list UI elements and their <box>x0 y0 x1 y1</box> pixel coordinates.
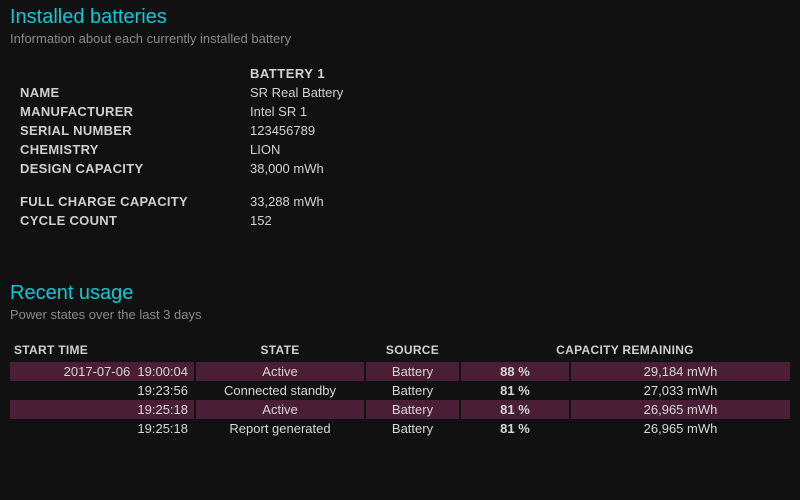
recent-usage-table: START TIME STATE SOURCE CAPACITY REMAINI… <box>10 340 790 438</box>
battery-row: DESIGN CAPACITY 38,000 mWh <box>10 159 343 178</box>
battery-row-value: LION <box>250 140 343 159</box>
usage-capacity-pct: 88 % <box>460 362 570 381</box>
usage-state: Report generated <box>195 419 365 438</box>
usage-start-time: 19:23:56 <box>10 381 195 400</box>
usage-capacity-pct: 81 % <box>460 400 570 419</box>
usage-capacity-pct: 81 % <box>460 419 570 438</box>
battery-row-label: DESIGN CAPACITY <box>10 159 250 178</box>
battery-row-value: 152 <box>250 211 343 230</box>
usage-row: 19:23:56 Connected standby Battery 81 % … <box>10 381 790 400</box>
usage-start-time: 2017-07-06 19:00:04 <box>10 362 195 381</box>
usage-row: 2017-07-06 19:00:04 Active Battery 88 % … <box>10 362 790 381</box>
installed-batteries-subtitle: Information about each currently install… <box>10 31 790 46</box>
battery-row-label: CYCLE COUNT <box>10 211 250 230</box>
usage-source: Battery <box>365 362 460 381</box>
recent-usage-title: Recent usage <box>10 282 790 305</box>
usage-header-capacity: CAPACITY REMAINING <box>460 340 790 362</box>
usage-start-time: 19:25:18 <box>10 400 195 419</box>
battery-column-header: BATTERY 1 <box>250 64 343 83</box>
usage-source: Battery <box>365 419 460 438</box>
battery-row-value: 123456789 <box>250 121 343 140</box>
usage-state: Connected standby <box>195 381 365 400</box>
battery-row: MANUFACTURER Intel SR 1 <box>10 102 343 121</box>
battery-row-label: CHEMISTRY <box>10 140 250 159</box>
usage-header-state: STATE <box>195 340 365 362</box>
battery-row-value: 33,288 mWh <box>250 192 343 211</box>
battery-row: SERIAL NUMBER 123456789 <box>10 121 343 140</box>
usage-row: 19:25:18 Active Battery 81 % 26,965 mWh <box>10 400 790 419</box>
usage-header-source: SOURCE <box>365 340 460 362</box>
recent-usage-subtitle: Power states over the last 3 days <box>10 307 790 322</box>
battery-row-label: MANUFACTURER <box>10 102 250 121</box>
usage-capacity-mwh: 27,033 mWh <box>570 381 790 400</box>
usage-state: Active <box>195 400 365 419</box>
usage-source: Battery <box>365 400 460 419</box>
battery-row: CYCLE COUNT 152 <box>10 211 343 230</box>
installed-batteries-title: Installed batteries <box>10 6 790 29</box>
battery-row: FULL CHARGE CAPACITY 33,288 mWh <box>10 192 343 211</box>
battery-row-value: 38,000 mWh <box>250 159 343 178</box>
battery-row: CHEMISTRY LION <box>10 140 343 159</box>
battery-row-label: FULL CHARGE CAPACITY <box>10 192 250 211</box>
usage-start-time: 19:25:18 <box>10 419 195 438</box>
battery-row: NAME SR Real Battery <box>10 83 343 102</box>
usage-capacity-mwh: 26,965 mWh <box>570 400 790 419</box>
usage-state: Active <box>195 362 365 381</box>
usage-capacity-pct: 81 % <box>460 381 570 400</box>
usage-capacity-mwh: 26,965 mWh <box>570 419 790 438</box>
battery-row-label: SERIAL NUMBER <box>10 121 250 140</box>
usage-header-start-time: START TIME <box>10 340 195 362</box>
battery-row-value: SR Real Battery <box>250 83 343 102</box>
usage-capacity-mwh: 29,184 mWh <box>570 362 790 381</box>
battery-header-blank <box>10 64 250 83</box>
usage-row: 19:25:18 Report generated Battery 81 % 2… <box>10 419 790 438</box>
battery-row-value: Intel SR 1 <box>250 102 343 121</box>
battery-row-label: NAME <box>10 83 250 102</box>
usage-source: Battery <box>365 381 460 400</box>
installed-batteries-table: BATTERY 1 NAME SR Real Battery MANUFACTU… <box>10 64 343 230</box>
